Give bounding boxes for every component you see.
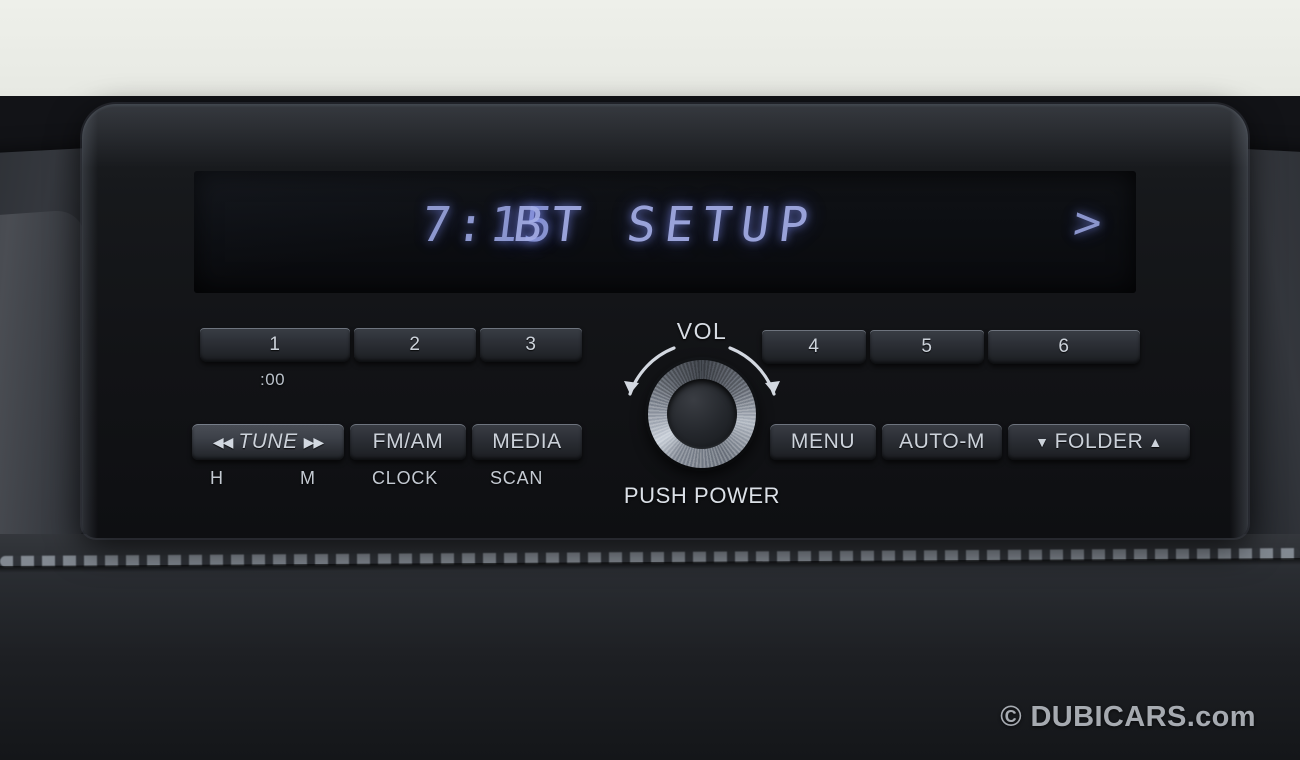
preset-button-6[interactable]: 6 xyxy=(988,330,1140,364)
lcd-display[interactable]: 7:15 BT SETUP > xyxy=(194,171,1136,293)
faceplate-right-highlight xyxy=(1230,104,1248,538)
push-power-label: PUSH POWER xyxy=(623,483,781,508)
tune-button-label: TUNE xyxy=(238,430,298,453)
media-button[interactable]: MEDIA xyxy=(472,424,582,460)
preset-button-3[interactable]: 3 xyxy=(480,328,582,362)
folder-up-arrow-icon: ▲ xyxy=(1148,434,1163,450)
preset-1-minutes-sublabel: :00 xyxy=(260,370,286,389)
folder-button-label: FOLDER xyxy=(1054,430,1144,453)
tune-button[interactable]: ◀◀ TUNE ▶▶ xyxy=(192,424,344,460)
preset-button-1-label: 1 xyxy=(269,334,281,355)
skip-forward-icon: ▶▶ xyxy=(303,433,325,450)
preset-button-3-label: 3 xyxy=(525,334,537,355)
preset-button-1[interactable]: 1 xyxy=(200,328,350,362)
watermark: © DUBICARS.com xyxy=(1000,701,1256,733)
dashboard-upper-background xyxy=(0,0,1300,110)
auto-memory-button-label: AUTO-M xyxy=(898,430,986,453)
preset-button-2-label: 2 xyxy=(409,334,421,355)
scan-sublabel: SCAN xyxy=(490,468,544,488)
power-push-button[interactable] xyxy=(667,379,737,449)
skip-back-icon: ◀◀ xyxy=(212,433,234,450)
minute-sublabel: M xyxy=(300,468,316,488)
lcd-main-text: BT SETUP xyxy=(509,197,821,253)
preset-button-2[interactable]: 2 xyxy=(354,328,476,362)
dash-trim-left-inner xyxy=(0,208,85,550)
preset-button-5[interactable]: 5 xyxy=(870,330,984,364)
fm-am-button[interactable]: FM/AM xyxy=(350,424,466,460)
auto-memory-button[interactable]: AUTO-M xyxy=(882,424,1002,460)
volume-knob[interactable] xyxy=(648,360,756,468)
preset-button-6-label: 6 xyxy=(1058,336,1070,357)
clock-sublabel: CLOCK xyxy=(372,468,439,488)
faceplate-left-highlight xyxy=(82,104,98,538)
media-button-label: MEDIA xyxy=(492,430,562,453)
hour-sublabel: H xyxy=(210,468,224,488)
folder-down-arrow-icon: ▼ xyxy=(1035,434,1050,450)
preset-button-4-label: 4 xyxy=(808,336,820,357)
preset-button-5-label: 5 xyxy=(921,336,933,357)
volume-control-group: VOL PUSH POWER xyxy=(602,318,802,520)
head-unit-faceplate: 7:15 BT SETUP > 1 2 3 :00 4 5 6 ◀◀ TUNE … xyxy=(82,104,1248,538)
folder-button[interactable]: ▼ FOLDER ▲ xyxy=(1008,424,1190,460)
car-head-unit-scene: 7:15 BT SETUP > 1 2 3 :00 4 5 6 ◀◀ TUNE … xyxy=(0,0,1300,760)
fm-am-button-label: FM/AM xyxy=(372,430,444,453)
